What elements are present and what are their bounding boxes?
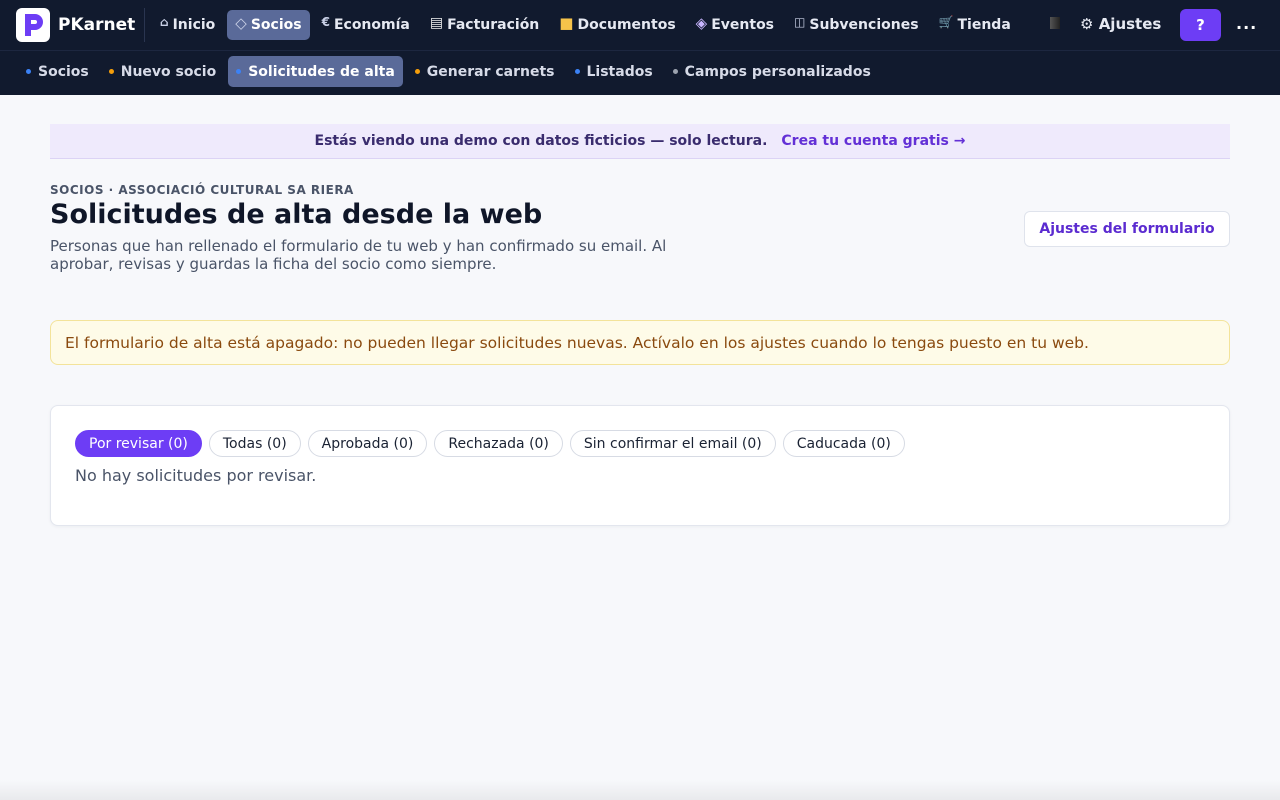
form-disabled-warning: El formulario de alta está apagado: no p… [50, 320, 1230, 365]
settings-link[interactable]: ⚙ Ajustes [1080, 15, 1161, 33]
nav-label: Tienda [957, 17, 1011, 33]
book-icon: ◫ [794, 15, 806, 29]
nav-item-subvenciones[interactable]: ◫ Subvenciones [786, 10, 927, 40]
subnav-item-campos-personalizados[interactable]: Campos personalizados [665, 56, 879, 87]
subnav-label: Listados [586, 63, 653, 80]
subnav-label: Socios [38, 63, 89, 80]
filter-aprobada[interactable]: Aprobada (0) [307, 430, 428, 457]
status-dot-icon [672, 69, 678, 74]
filter-todas[interactable]: Todas (0) [208, 430, 301, 457]
nav-item-documentos[interactable]: ■ Documentos [551, 10, 683, 40]
nav-label: Eventos [711, 17, 775, 33]
nav-item-tienda[interactable]: 🛒 Tienda [931, 10, 1019, 40]
bottom-shadow [0, 780, 1280, 800]
sub-nav: Socios Nuevo socio Solicitudes de alta G… [18, 56, 879, 87]
nav-label: Subvenciones [809, 17, 919, 33]
status-dot-icon [574, 69, 580, 74]
warning-text: El formulario de alta está apagado: no p… [65, 333, 1089, 352]
status-dot-icon [414, 69, 420, 74]
subnav-label: Solicitudes de alta [248, 63, 395, 80]
help-button[interactable]: ? [1180, 9, 1221, 41]
page-title: Solicitudes de alta desde la web [50, 199, 543, 230]
invoice-icon: ▤ [429, 15, 444, 31]
nav-label: Documentos [577, 17, 676, 33]
create-account-link[interactable]: Crea tu cuenta gratis → [781, 133, 965, 149]
subnav-item-generar-carnets[interactable]: Generar carnets [407, 56, 563, 87]
subnav-item-listados[interactable]: Listados [567, 56, 661, 87]
demo-banner: Estás viendo una demo con datos ficticio… [50, 124, 1230, 159]
main-nav: ⌂ Inicio ◇ Socios € Economía ▤ Facturaci… [152, 10, 1019, 40]
status-dot-icon [108, 69, 114, 74]
nav-label: Economía [333, 17, 410, 33]
filter-rechazada[interactable]: Rechazada (0) [434, 430, 563, 457]
nav-item-eventos[interactable]: ◈ Eventos [688, 10, 782, 40]
empty-state-message: No hay solicitudes por revisar. [75, 466, 317, 485]
top-navbar: PKarnet ⌂ Inicio ◇ Socios € Economía ▤ F… [0, 0, 1280, 50]
nav-item-inicio[interactable]: ⌂ Inicio [152, 10, 223, 40]
status-dot-icon [236, 69, 242, 74]
status-filters: Por revisar (0) Todas (0) Aprobada (0) R… [75, 430, 905, 457]
diamond-icon: ◇ [235, 14, 247, 32]
subnav-label: Nuevo socio [120, 63, 217, 80]
breadcrumb: SOCIOS · ASSOCIACIÓ CULTURAL SA RIERA [50, 183, 354, 197]
settings-label: Ajustes [1098, 15, 1162, 33]
divider [144, 8, 145, 42]
more-menu-button[interactable]: ... [1236, 14, 1257, 33]
cart-icon: 🛒 [938, 15, 954, 29]
folder-icon: ■ [559, 14, 574, 32]
requests-card: Por revisar (0) Todas (0) Aprobada (0) R… [50, 405, 1230, 526]
event-diamond-icon: ◈ [695, 14, 708, 32]
nav-label: Facturación [447, 17, 540, 33]
nav-item-socios[interactable]: ◇ Socios [227, 10, 310, 40]
p-logo-icon [16, 8, 50, 42]
demo-banner-text: Estás viendo una demo con datos ficticio… [314, 133, 768, 149]
status-dot-icon [26, 69, 31, 74]
nav-label: Inicio [172, 17, 216, 33]
home-icon: ⌂ [160, 15, 169, 29]
nav-item-facturacion[interactable]: ▤ Facturación [422, 10, 547, 40]
gear-icon: ⚙ [1080, 15, 1094, 33]
app-name: PKarnet [58, 15, 136, 35]
nav-label: Socios [250, 17, 302, 33]
subnav-item-socios[interactable]: Socios [18, 56, 97, 87]
filter-caducada[interactable]: Caducada (0) [782, 430, 905, 457]
overflow-fade [1050, 17, 1060, 29]
nav-item-economia[interactable]: € Economía [314, 10, 418, 40]
page-description: Personas que han rellenado el formulario… [50, 237, 667, 273]
subnav-item-solicitudes[interactable]: Solicitudes de alta [228, 56, 403, 87]
filter-por-revisar[interactable]: Por revisar (0) [75, 430, 202, 457]
form-settings-button[interactable]: Ajustes del formulario [1024, 211, 1230, 247]
subnav-item-nuevo-socio[interactable]: Nuevo socio [101, 56, 224, 87]
app-logo[interactable]: PKarnet [16, 8, 135, 42]
sub-navbar: Socios Nuevo socio Solicitudes de alta G… [0, 50, 1280, 95]
subnav-label: Campos personalizados [684, 63, 871, 80]
euro-icon: € [321, 15, 330, 29]
filter-sin-confirmar-email[interactable]: Sin confirmar el email (0) [569, 430, 776, 457]
subnav-label: Generar carnets [426, 63, 555, 80]
